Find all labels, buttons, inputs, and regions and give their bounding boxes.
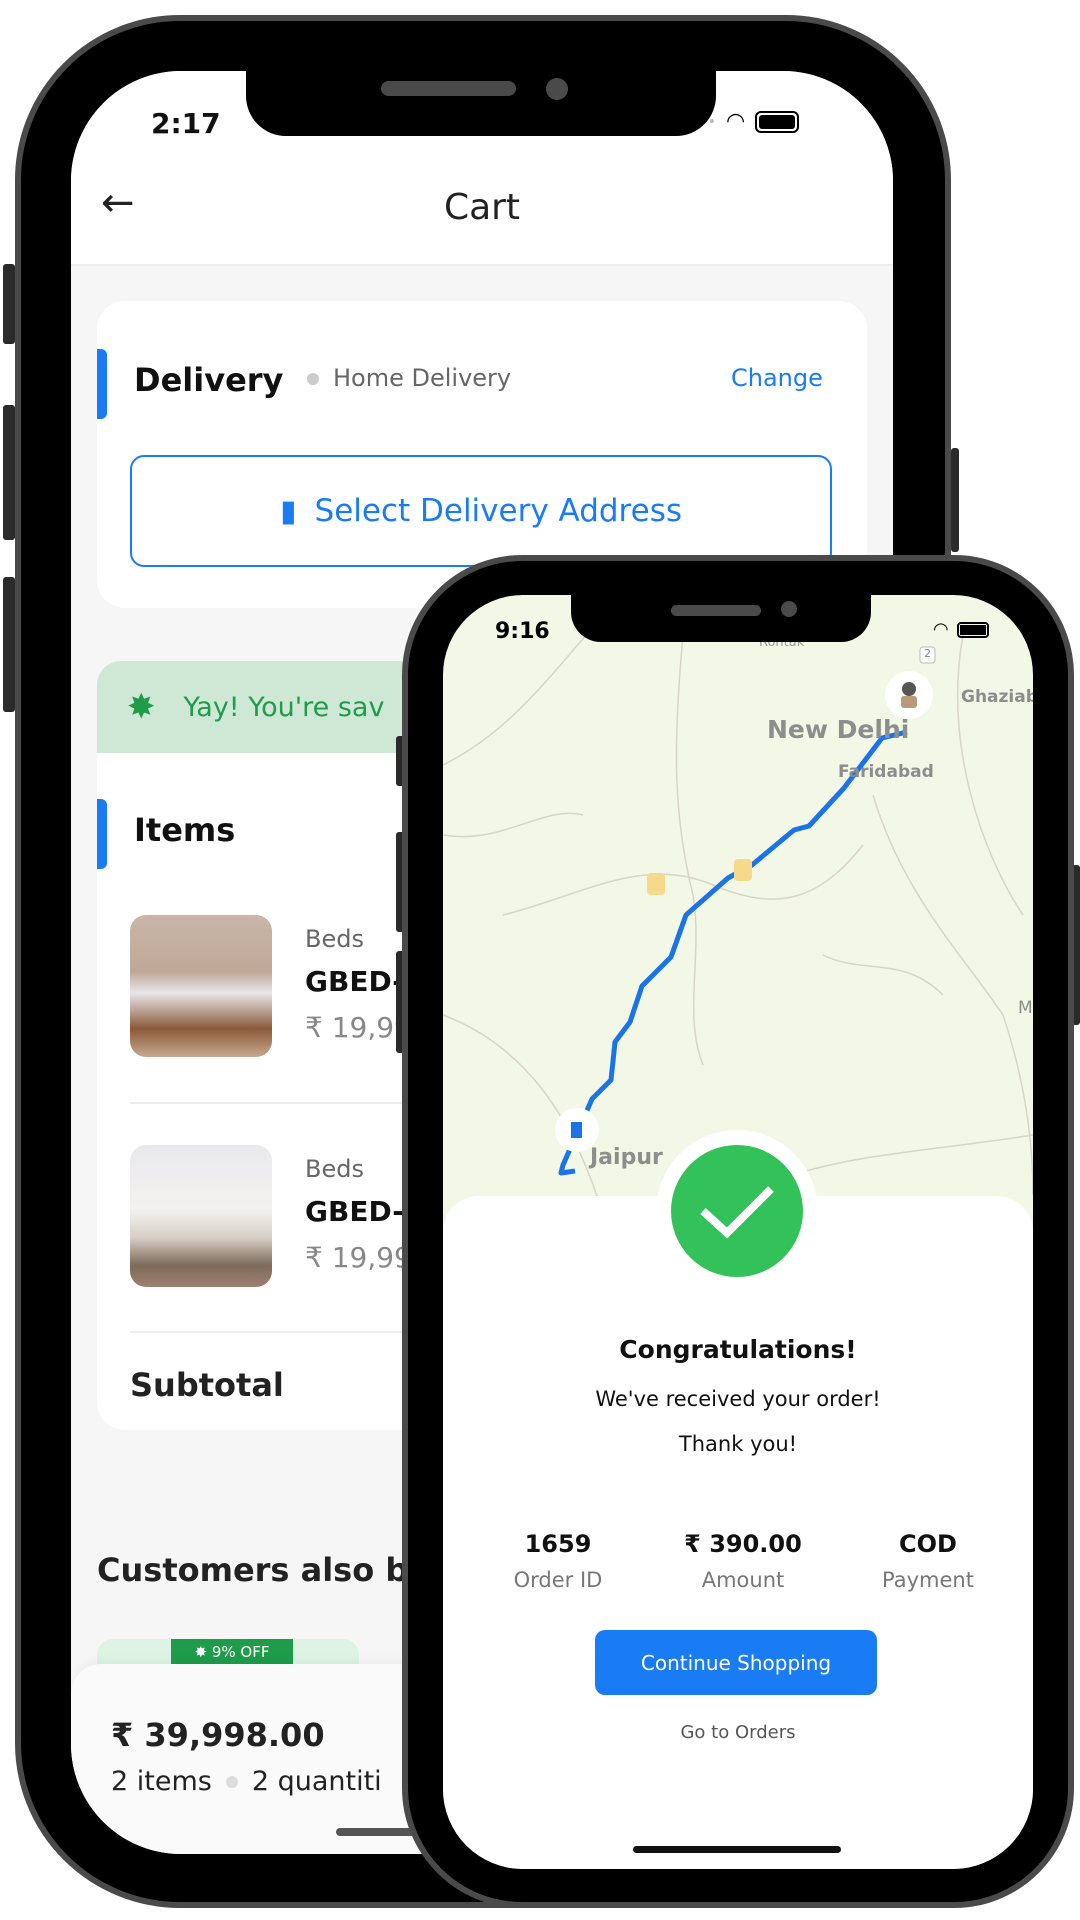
subtotal-label: Subtotal	[130, 1366, 284, 1404]
payment-stat: COD Payment	[882, 1530, 974, 1592]
order-phone-frame: 2 Rohtak New Delhi Faridabad Ghaziab M J…	[402, 555, 1074, 1908]
cart-summary: 2 items 2 quantiti	[111, 1766, 382, 1797]
cart-item[interactable]: Beds GBED- ₹ 19,99	[130, 1145, 412, 1287]
map-icon: ▮	[280, 493, 297, 529]
status-icons: ◠	[933, 619, 989, 640]
order-id-stat: 1659 Order ID	[513, 1530, 603, 1592]
battery-icon	[755, 110, 800, 133]
items-title: Items	[134, 811, 236, 849]
discount-badge: ✸ 9% OFF	[171, 1639, 293, 1664]
order-success-screen: 2 Rohtak New Delhi Faridabad Ghaziab M J…	[443, 595, 1033, 1869]
success-check-icon	[671, 1145, 803, 1277]
map-label-delhi: New Delhi	[767, 715, 910, 744]
highway-badge	[734, 859, 752, 881]
route-map[interactable]	[443, 595, 1033, 1215]
amount-stat: ₹ 390.00 Amount	[684, 1530, 802, 1592]
map-label-faridabad: Faridabad	[838, 762, 934, 782]
bed-image	[130, 1145, 272, 1287]
discount-badge-icon: ✸	[127, 687, 156, 727]
cart-total: ₹ 39,998.00	[111, 1716, 325, 1754]
home-indicator	[633, 1846, 841, 1853]
also-bought-title: Customers also b	[97, 1551, 409, 1589]
battery-icon	[956, 621, 989, 638]
map-label-jaipur: Jaipur	[590, 1145, 663, 1170]
wifi-icon: ◠	[726, 109, 746, 134]
bed-image	[130, 915, 272, 1057]
map-label-road: 2	[924, 647, 931, 660]
go-to-orders-link[interactable]: Go to Orders	[443, 1722, 1033, 1743]
continue-shopping-button[interactable]: Continue Shopping	[595, 1630, 877, 1695]
route-line	[558, 729, 908, 1176]
highway-badge	[647, 873, 665, 895]
map-boundaries	[443, 595, 1033, 1215]
page-title: Cart	[443, 187, 521, 228]
status-time: 9:16	[495, 619, 550, 644]
map-label-ghaziabad: Ghaziab	[961, 687, 1033, 707]
delivery-mode: Home Delivery	[333, 364, 512, 392]
success-message: We've received your order!	[595, 1387, 881, 1411]
map-label-m: M	[1018, 998, 1033, 1018]
status-time: 2:17	[151, 107, 221, 140]
select-address-button[interactable]: ▮ Select Delivery Address	[130, 455, 832, 567]
wifi-icon: ◠	[933, 619, 949, 640]
delivery-title: Delivery	[134, 361, 284, 399]
order-stats: 1659 Order ID ₹ 390.00 Amount COD Payment	[483, 1530, 1003, 1592]
change-delivery-link[interactable]: Change	[731, 364, 823, 392]
cart-item[interactable]: Beds GBED- ₹ 19,99	[130, 915, 412, 1057]
thank-you-text: Thank you!	[678, 1432, 798, 1456]
success-title: Congratulations!	[619, 1335, 857, 1364]
discount-badge-icon: ✸	[194, 1643, 212, 1661]
